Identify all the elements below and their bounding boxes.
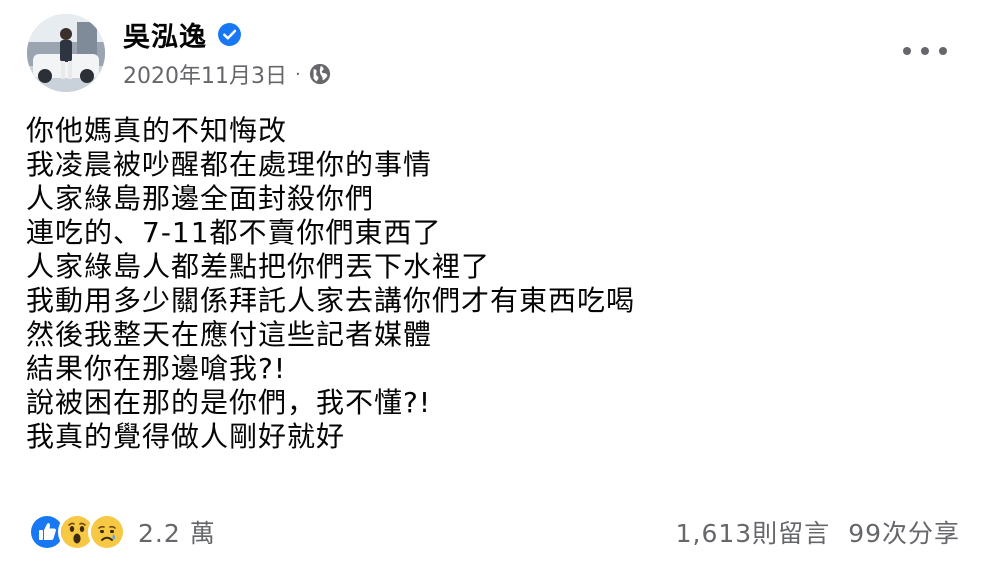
post-meta: 2020年11月3日 · <box>123 58 331 90</box>
post-body: 你他媽真的不知悔改 我凌晨被吵醒都在處理你的事情 人家綠島那邊全面封殺你們 連吃… <box>26 114 926 454</box>
meta-separator: · <box>294 63 301 85</box>
post-text-line: 連吃的、7-11都不賣你們東西了 <box>26 216 442 249</box>
facebook-post: 吳泓逸 2020年11月3日 · 你他媽真的不知悔改 我凌晨被吵醒都在處理你的事… <box>0 0 990 568</box>
post-text-line: 人家綠島那邊全面封殺你們 <box>26 182 375 215</box>
more-dot-icon <box>921 47 929 55</box>
author-avatar[interactable] <box>27 14 105 92</box>
more-dot-icon <box>903 47 911 55</box>
post-text-line: 然後我整天在應付這些記者媒體 <box>26 318 433 351</box>
reactions-summary[interactable]: 2.2 萬 <box>28 512 216 552</box>
comments-count-link[interactable]: 1,613則留言 <box>676 514 831 550</box>
more-dot-icon <box>939 47 947 55</box>
reaction-count: 2.2 萬 <box>138 519 216 548</box>
globe-icon[interactable] <box>309 63 331 85</box>
avatar-image <box>27 14 105 92</box>
author-name[interactable]: 吳泓逸 <box>123 15 207 54</box>
more-options-button[interactable] <box>903 40 947 62</box>
author-row: 吳泓逸 <box>123 14 242 54</box>
post-text-line: 你他媽真的不知悔改 <box>26 114 288 147</box>
post-text-line: 我凌晨被吵醒都在處理你的事情 <box>26 148 433 181</box>
post-text-line: 人家綠島人都差點把你們丟下水裡了 <box>26 250 491 283</box>
shares-count-link[interactable]: 99次分享 <box>848 514 960 550</box>
verified-badge-icon <box>217 22 242 47</box>
post-text-line: 我真的覺得做人剛好就好 <box>26 420 346 453</box>
post-date[interactable]: 2020年11月3日 <box>123 58 287 90</box>
post-stats: 1,613則留言 99次分享 <box>676 512 960 552</box>
post-text-line: 我動用多少關係拜託人家去講你們才有東西吃喝 <box>26 284 636 317</box>
post-text-line: 結果你在那邊嗆我?! <box>26 352 287 385</box>
post-text-line: 說被困在那的是你們，我不懂?! <box>26 386 432 419</box>
sad-icon <box>88 513 126 551</box>
